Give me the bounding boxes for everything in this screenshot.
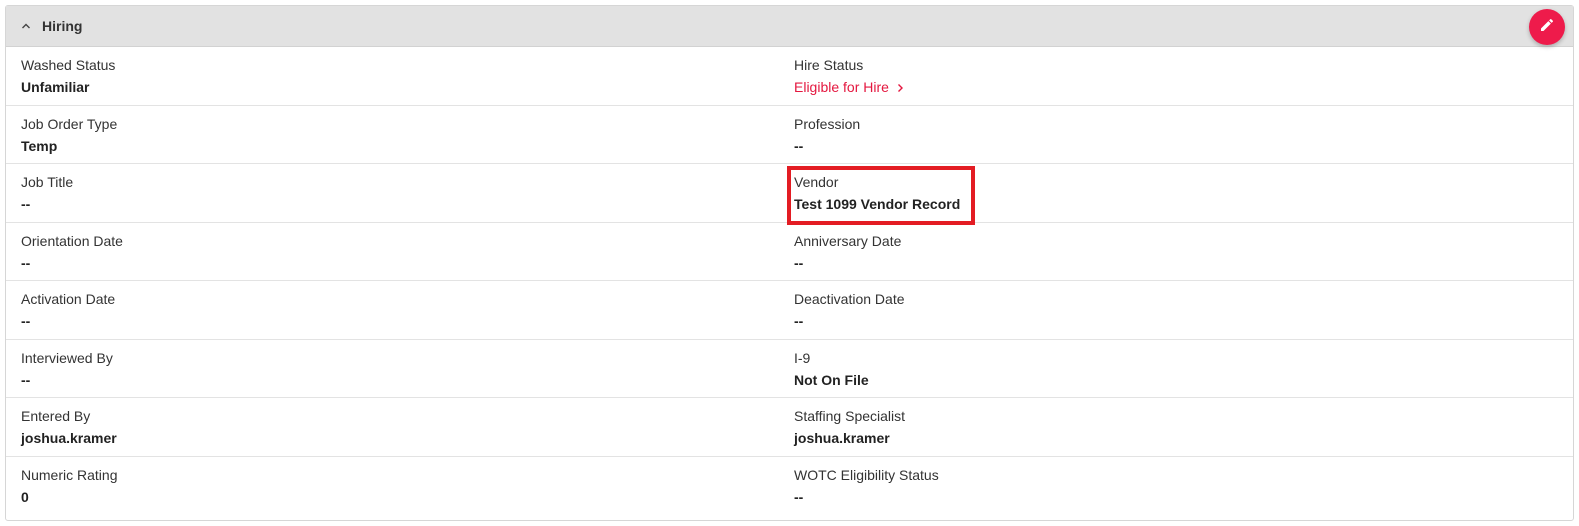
- field-orientation-date: Orientation Date --: [6, 223, 779, 281]
- field-label: Anniversary Date: [794, 232, 902, 249]
- field-activation-date: Activation Date --: [6, 281, 779, 340]
- field-label: Hire Status: [794, 57, 864, 73]
- edit-button[interactable]: [1529, 9, 1565, 45]
- field-label: Entered By: [21, 408, 91, 424]
- hiring-fields-grid: Washed Status Unfamiliar Hire Status Eli…: [6, 47, 1573, 515]
- field-value: --: [21, 371, 31, 388]
- field-job-title: Job Title --: [6, 164, 779, 223]
- field-wotc-eligibility-status: WOTC Eligibility Status --: [779, 457, 1573, 516]
- field-staffing-specialist: Staffing Specialist joshua.kramer: [779, 398, 1573, 457]
- field-numeric-rating: Numeric Rating 0: [6, 457, 779, 516]
- hiring-panel: Hiring Washed Status Unfamiliar Hire Sta…: [5, 5, 1574, 521]
- field-label: Washed Status: [21, 57, 116, 73]
- pencil-icon: [1539, 17, 1555, 38]
- field-value: --: [794, 137, 804, 154]
- field-label: WOTC Eligibility Status: [794, 466, 939, 483]
- field-label: Orientation Date: [21, 232, 123, 249]
- field-value: Temp: [21, 137, 58, 154]
- field-value: --: [21, 254, 31, 271]
- hiring-panel-header[interactable]: Hiring: [6, 6, 1573, 47]
- field-value: --: [794, 313, 804, 329]
- field-value: Not On File: [794, 371, 869, 388]
- field-profession: Profession --: [779, 106, 1573, 164]
- field-interviewed-by: Interviewed By --: [6, 340, 779, 398]
- field-deactivation-date: Deactivation Date --: [779, 281, 1573, 340]
- field-hire-status: Hire Status Eligible for Hire: [779, 47, 1573, 106]
- chevron-right-icon[interactable]: [897, 79, 904, 97]
- field-anniversary-date: Anniversary Date --: [779, 223, 1573, 281]
- field-vendor: Vendor Test 1099 Vendor Record: [779, 164, 1573, 225]
- field-i9: I-9 Not On File: [779, 340, 1573, 398]
- field-label: Staffing Specialist: [794, 408, 906, 424]
- field-value: --: [794, 488, 804, 505]
- field-value: --: [21, 196, 31, 212]
- hire-status-link[interactable]: Eligible for Hire: [794, 78, 904, 97]
- field-label: Profession: [794, 115, 861, 132]
- section-title: Hiring: [42, 18, 83, 34]
- field-label: Interviewed By: [21, 349, 113, 366]
- vendor-highlight-box: [787, 166, 975, 225]
- field-value: Unfamiliar: [21, 79, 90, 95]
- field-label: I-9: [794, 349, 811, 366]
- field-washed-status: Washed Status Unfamiliar: [6, 47, 779, 106]
- field-label: Deactivation Date: [794, 291, 905, 307]
- field-job-order-type: Job Order Type Temp: [6, 106, 779, 164]
- field-label: Activation Date: [21, 291, 116, 307]
- field-value: 0: [21, 488, 29, 505]
- field-label: Job Order Type: [21, 115, 118, 132]
- hire-status-link-text[interactable]: Eligible for Hire: [794, 79, 889, 95]
- chevron-up-icon[interactable]: [18, 18, 34, 34]
- field-value: joshua.kramer: [794, 430, 890, 446]
- field-label: Numeric Rating: [21, 466, 118, 483]
- field-value: --: [794, 254, 804, 271]
- field-value: --: [21, 313, 31, 329]
- field-label: Job Title: [21, 174, 74, 190]
- field-value: joshua.kramer: [21, 430, 117, 446]
- field-entered-by: Entered By joshua.kramer: [6, 398, 779, 457]
